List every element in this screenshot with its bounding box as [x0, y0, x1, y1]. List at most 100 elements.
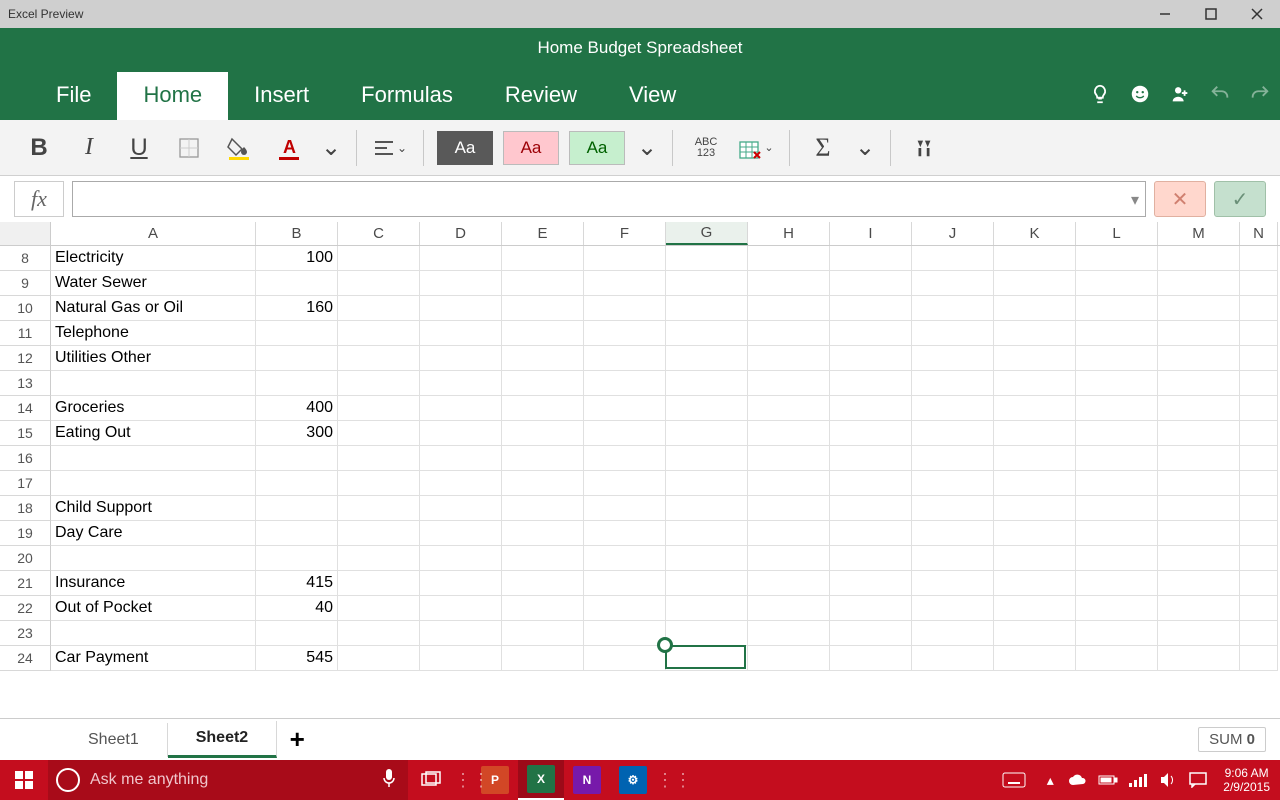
cell[interactable]	[912, 421, 994, 446]
cell[interactable]	[830, 596, 912, 621]
cell[interactable]	[51, 446, 256, 471]
taskbar-clock[interactable]: 9:06 AM 2/9/2015	[1213, 766, 1280, 794]
task-view-button[interactable]	[408, 760, 454, 800]
tab-formulas[interactable]: Formulas	[335, 72, 479, 120]
cell[interactable]	[912, 496, 994, 521]
cell[interactable]: 40	[256, 596, 338, 621]
bold-button[interactable]: B	[16, 126, 62, 170]
cell[interactable]: Natural Gas or Oil	[51, 296, 256, 321]
cell[interactable]: 400	[256, 396, 338, 421]
cell[interactable]	[420, 621, 502, 646]
cell[interactable]	[502, 396, 584, 421]
cell[interactable]	[420, 471, 502, 496]
cell[interactable]	[338, 546, 420, 571]
cell[interactable]: Groceries	[51, 396, 256, 421]
cell[interactable]	[748, 521, 830, 546]
cell[interactable]: Utilities Other	[51, 346, 256, 371]
cell[interactable]	[1240, 421, 1278, 446]
cell[interactable]	[1158, 371, 1240, 396]
cell[interactable]	[830, 521, 912, 546]
cell[interactable]	[338, 646, 420, 671]
share-icon[interactable]	[1160, 74, 1200, 114]
cell[interactable]	[1158, 621, 1240, 646]
cell[interactable]: Out of Pocket	[51, 596, 256, 621]
cell[interactable]	[338, 446, 420, 471]
cell[interactable]	[1158, 596, 1240, 621]
cell[interactable]	[830, 246, 912, 271]
row-header[interactable]: 24	[0, 646, 51, 671]
cell[interactable]	[994, 321, 1076, 346]
cell[interactable]	[420, 446, 502, 471]
cell[interactable]	[1240, 371, 1278, 396]
row-header[interactable]: 18	[0, 496, 51, 521]
cell[interactable]	[748, 296, 830, 321]
cell[interactable]	[1240, 571, 1278, 596]
cell[interactable]	[830, 296, 912, 321]
cell[interactable]	[666, 371, 748, 396]
find-button[interactable]	[901, 126, 947, 170]
battery-icon[interactable]	[1093, 760, 1123, 800]
cell[interactable]	[256, 346, 338, 371]
cell[interactable]	[338, 496, 420, 521]
cell[interactable]	[584, 421, 666, 446]
cell[interactable]	[584, 346, 666, 371]
cell[interactable]	[1240, 396, 1278, 421]
cell[interactable]	[502, 521, 584, 546]
row-header[interactable]: 8	[0, 246, 51, 271]
cell[interactable]	[666, 246, 748, 271]
cell[interactable]	[912, 471, 994, 496]
smile-icon[interactable]	[1120, 74, 1160, 114]
italic-button[interactable]: I	[66, 126, 112, 170]
cell[interactable]	[584, 396, 666, 421]
cell[interactable]	[912, 621, 994, 646]
tab-review[interactable]: Review	[479, 72, 603, 120]
cell[interactable]	[666, 421, 748, 446]
cell[interactable]: Telephone	[51, 321, 256, 346]
cell[interactable]	[1158, 521, 1240, 546]
cell[interactable]	[994, 596, 1076, 621]
cell[interactable]	[420, 421, 502, 446]
cell[interactable]	[994, 471, 1076, 496]
cell[interactable]	[256, 371, 338, 396]
cell[interactable]	[420, 321, 502, 346]
cell[interactable]	[338, 346, 420, 371]
network-icon[interactable]	[1123, 760, 1153, 800]
cell[interactable]	[912, 246, 994, 271]
cell[interactable]	[830, 646, 912, 671]
sheet-tab-2[interactable]: Sheet2	[168, 721, 277, 758]
cell[interactable]	[502, 546, 584, 571]
cell[interactable]	[830, 346, 912, 371]
cell[interactable]	[256, 446, 338, 471]
cell[interactable]: Car Payment	[51, 646, 256, 671]
taskbar-settings[interactable]: ⚙	[610, 760, 656, 800]
lightbulb-icon[interactable]	[1080, 74, 1120, 114]
cell[interactable]: 300	[256, 421, 338, 446]
cell[interactable]	[748, 371, 830, 396]
cell[interactable]	[584, 271, 666, 296]
borders-button[interactable]	[166, 126, 212, 170]
cell[interactable]	[1158, 346, 1240, 371]
col-header-C[interactable]: C	[338, 222, 420, 245]
cell[interactable]	[502, 271, 584, 296]
cell[interactable]	[830, 271, 912, 296]
font-color-button[interactable]: A	[266, 126, 312, 170]
cell[interactable]	[584, 521, 666, 546]
cell[interactable]	[1076, 596, 1158, 621]
cell[interactable]	[256, 271, 338, 296]
cell[interactable]	[666, 646, 748, 671]
col-header-E[interactable]: E	[502, 222, 584, 245]
cell[interactable]	[994, 271, 1076, 296]
cell[interactable]	[338, 621, 420, 646]
mic-icon[interactable]	[382, 768, 396, 793]
cell[interactable]	[1158, 396, 1240, 421]
cell[interactable]	[1240, 596, 1278, 621]
cell[interactable]: 545	[256, 646, 338, 671]
cell[interactable]	[666, 321, 748, 346]
cell[interactable]	[912, 446, 994, 471]
col-header-B[interactable]: B	[256, 222, 338, 245]
number-format-button[interactable]: ABC123	[683, 126, 729, 170]
cell[interactable]	[584, 246, 666, 271]
cell[interactable]	[666, 571, 748, 596]
row-header[interactable]: 22	[0, 596, 51, 621]
cell[interactable]	[1240, 646, 1278, 671]
